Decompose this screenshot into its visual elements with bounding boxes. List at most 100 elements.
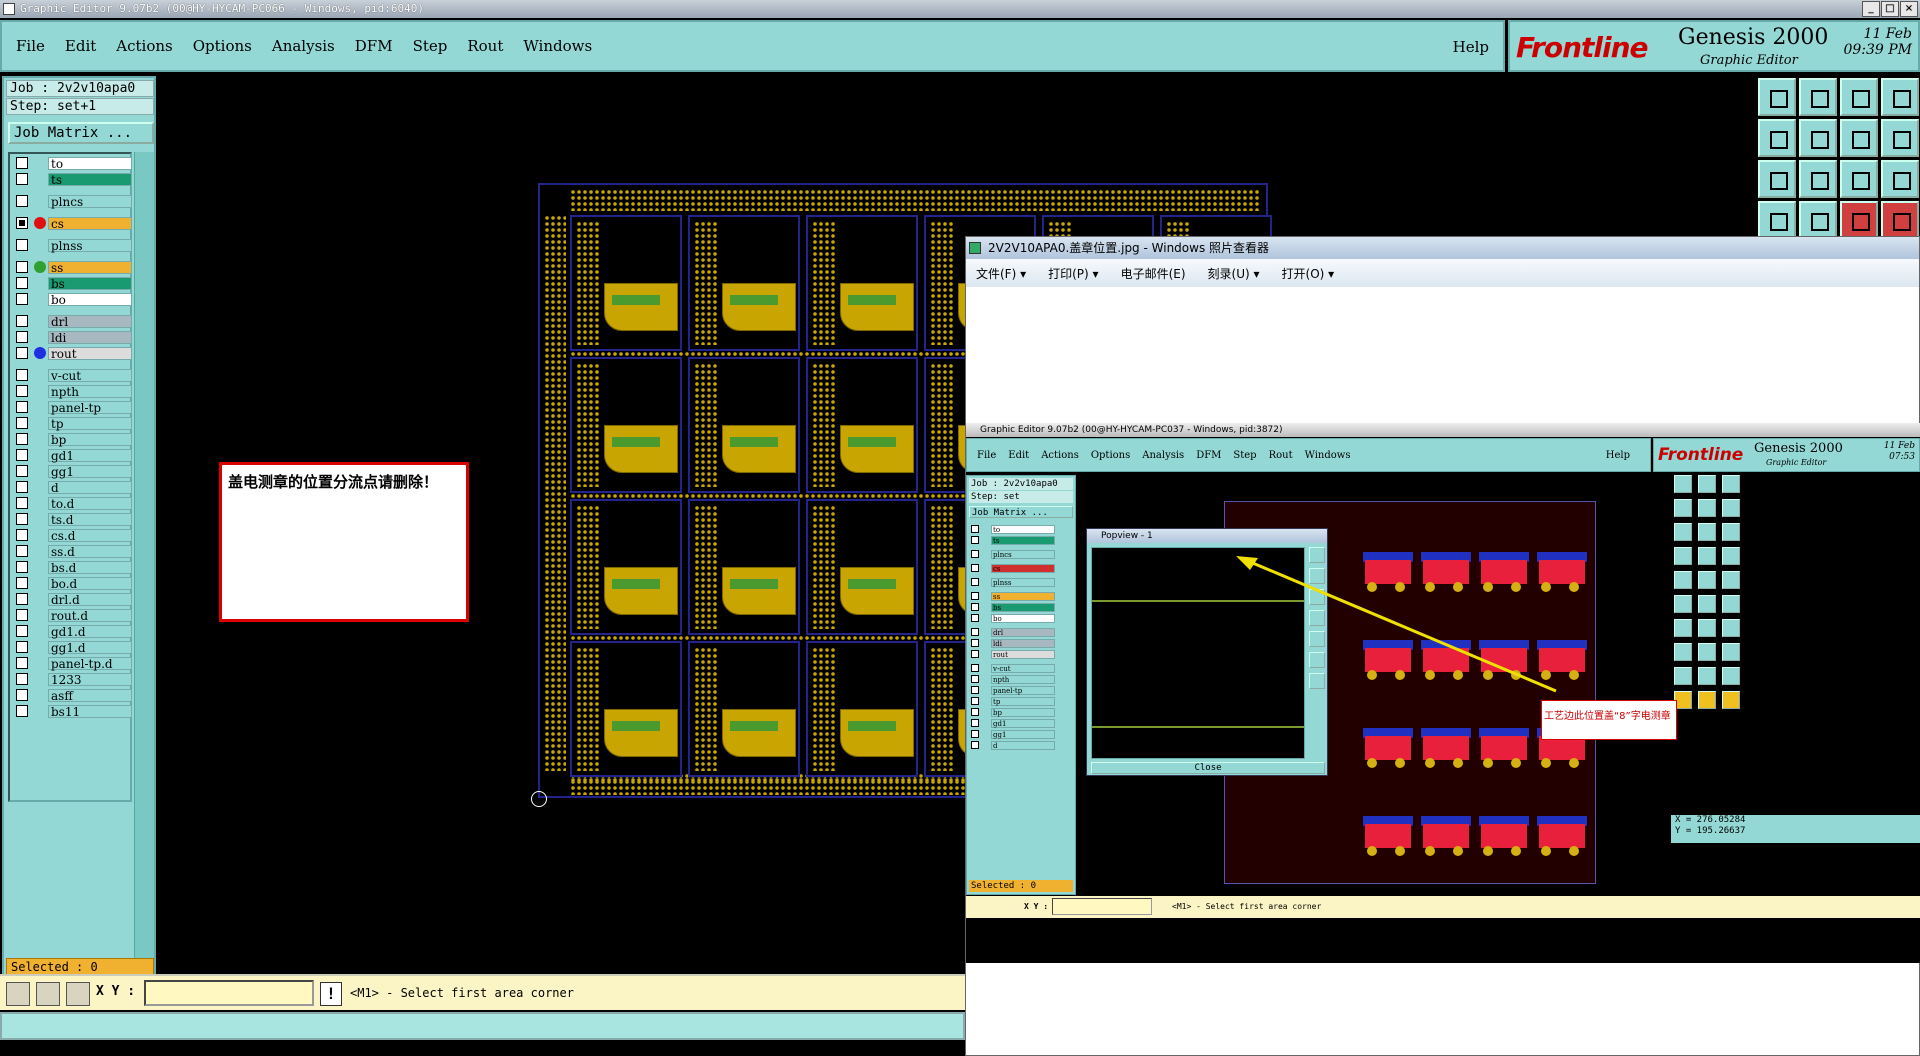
layer-name[interactable]: cs.d [48,528,132,542]
layer-row[interactable]: plncs [12,194,132,208]
layer-checkbox[interactable] [16,401,28,413]
layer-checkbox[interactable] [16,277,28,289]
layer-name[interactable]: tp [48,416,132,430]
layer-row[interactable]: ss.d [12,544,132,558]
layer-row[interactable]: gg1.d [12,640,132,654]
layer-name[interactable]: bs [48,276,132,290]
layer-scrollbar[interactable] [134,152,154,962]
layer-name[interactable]: panel-tp [48,400,132,414]
layer-name[interactable]: to.d [48,496,132,510]
layer-row[interactable]: drl.d [12,592,132,606]
tool-button-icon[interactable] [1799,78,1837,116]
layer-checkbox[interactable] [16,369,28,381]
layer-row[interactable]: to [12,156,132,170]
layer-row[interactable]: ts.d [12,512,132,526]
layer-row[interactable]: gd1 [12,448,132,462]
grid-icon[interactable] [66,982,90,1006]
layer-row[interactable]: bs.d [12,560,132,574]
layer-checkbox[interactable] [16,561,28,573]
job-matrix-button[interactable]: Job Matrix ... [8,122,154,144]
tool-button-icon[interactable] [1758,160,1796,198]
tool-button-icon[interactable] [1799,119,1837,157]
layer-name[interactable]: gg1 [48,464,132,478]
command-line[interactable] [0,1012,965,1040]
layer-name[interactable]: bs.d [48,560,132,574]
tool-button-icon[interactable] [1881,78,1919,116]
layer-row[interactable]: bp [12,432,132,446]
layer-name[interactable]: bo [48,292,132,306]
layer-name[interactable]: to [48,156,132,170]
layer-row[interactable]: rout.d [12,608,132,622]
layer-row[interactable]: npth [12,384,132,398]
tool-button-icon[interactable] [1881,119,1919,157]
layer-checkbox[interactable] [16,513,28,525]
maximize-button[interactable]: □ [1881,1,1899,17]
layer-row[interactable]: panel-tp.d [12,656,132,670]
layer-name[interactable]: plncs [48,194,132,208]
layer-name[interactable]: npth [48,384,132,398]
layer-checkbox[interactable] [16,465,28,477]
layer-row[interactable]: gg1 [12,464,132,478]
measure-icon[interactable] [36,982,60,1006]
layer-row[interactable]: bo [12,292,132,306]
close-button[interactable]: × [1900,1,1918,17]
layer-checkbox[interactable] [16,315,28,327]
layer-checkbox[interactable] [16,217,28,229]
layer-checkbox[interactable] [16,529,28,541]
viewer-menu-email[interactable]: 电子邮件(E) [1121,265,1186,282]
xy-input[interactable] [144,980,314,1006]
layer-checkbox[interactable] [16,385,28,397]
tool-button-icon[interactable] [1758,201,1796,239]
layer-name[interactable]: cs [48,216,132,230]
menu-rout[interactable]: Rout [467,37,503,55]
viewer-menu-file[interactable]: 文件(F) ▾ [976,265,1026,282]
layer-name[interactable]: panel-tp.d [48,656,132,670]
layer-row[interactable]: rout [12,346,132,360]
layer-checkbox[interactable] [16,609,28,621]
layer-checkbox[interactable] [16,641,28,653]
layer-row[interactable]: bo.d [12,576,132,590]
menu-step[interactable]: Step [413,37,448,55]
menu-actions[interactable]: Actions [116,37,172,55]
layer-checkbox[interactable] [16,195,28,207]
layer-name[interactable]: bo.d [48,576,132,590]
layer-row[interactable]: cs.d [12,528,132,542]
layer-name[interactable]: 1233 [48,672,132,686]
menu-dfm[interactable]: DFM [355,37,393,55]
layer-name[interactable]: rout.d [48,608,132,622]
layer-checkbox[interactable] [16,705,28,717]
layer-name[interactable]: bs11 [48,704,132,718]
layer-row[interactable]: 1233 [12,672,132,686]
layer-row[interactable]: d [12,480,132,494]
viewer-menu-burn[interactable]: 刻录(U) ▾ [1208,265,1260,282]
menu-analysis[interactable]: Analysis [272,37,335,55]
layer-checkbox[interactable] [16,625,28,637]
layer-checkbox[interactable] [16,173,28,185]
zoom-area-icon[interactable] [6,982,30,1006]
layer-row[interactable]: ts [12,172,132,186]
viewer-menu-open[interactable]: 打开(O) ▾ [1282,265,1335,282]
tool-button-icon[interactable] [1840,78,1878,116]
layer-checkbox[interactable] [16,433,28,445]
layer-checkbox[interactable] [16,577,28,589]
layer-row[interactable]: plnss [12,238,132,252]
layer-checkbox[interactable] [16,261,28,273]
tool-button-icon[interactable] [1881,201,1919,239]
tool-button-icon[interactable] [1799,201,1837,239]
layer-checkbox[interactable] [16,347,28,359]
layer-name[interactable]: ts [48,172,132,186]
layer-row[interactable]: drl [12,314,132,328]
layer-checkbox[interactable] [16,157,28,169]
tool-button-icon[interactable] [1758,119,1796,157]
layer-row[interactable]: bs [12,276,132,290]
layer-checkbox[interactable] [16,689,28,701]
layer-name[interactable]: ts.d [48,512,132,526]
layer-checkbox[interactable] [16,657,28,669]
layer-name[interactable]: v-cut [48,368,132,382]
layer-name[interactable]: drl.d [48,592,132,606]
layer-name[interactable]: bp [48,432,132,446]
layer-checkbox[interactable] [16,497,28,509]
layer-checkbox[interactable] [16,417,28,429]
tool-button-icon[interactable] [1758,78,1796,116]
viewer-menu-print[interactable]: 打印(P) ▾ [1048,265,1098,282]
